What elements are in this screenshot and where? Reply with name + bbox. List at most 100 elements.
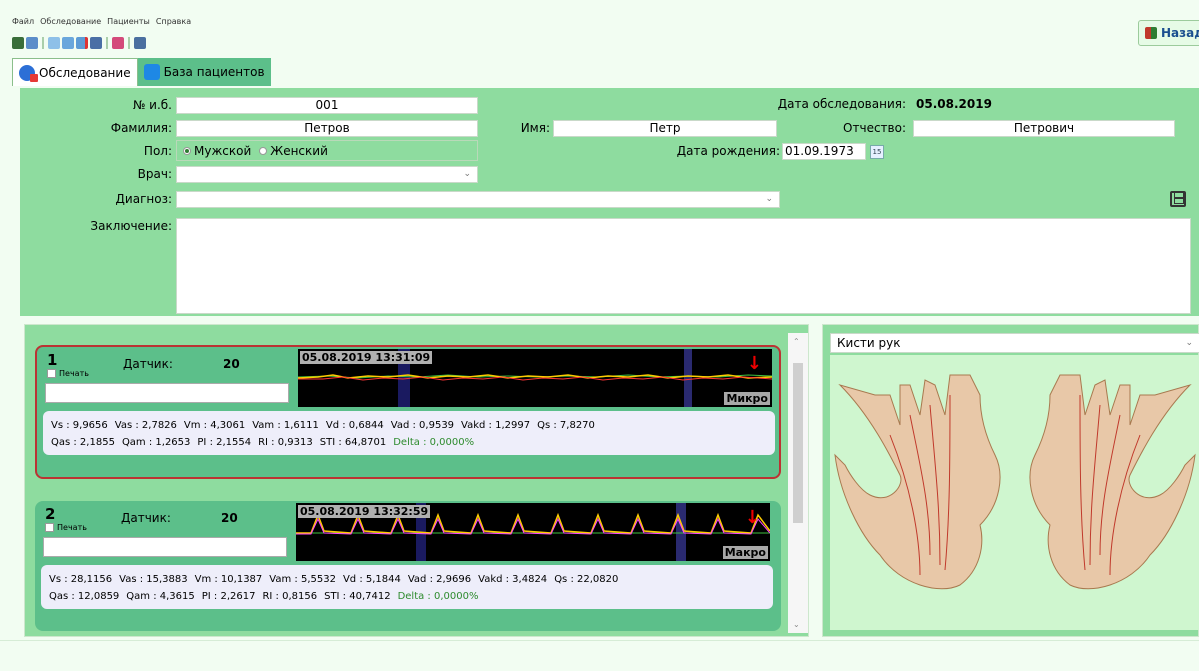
metric-value: Qs : 7,8270 bbox=[537, 420, 595, 431]
metric-value: Vs : 9,9656 bbox=[51, 420, 108, 431]
surname-field[interactable]: Петров bbox=[176, 120, 478, 137]
metrics-row: Vs : 28,1156 Vas : 15,3883 Vm : 10,1387 Vam… bbox=[49, 571, 765, 588]
delta-value: Delta : 0,0000% bbox=[393, 437, 475, 448]
chevron-down-icon: ⌄ bbox=[463, 169, 471, 179]
menu-help[interactable]: Справка bbox=[156, 17, 191, 26]
metric-value: Vs : 28,1156 bbox=[49, 574, 113, 585]
edit-patient-icon[interactable] bbox=[26, 37, 38, 49]
diagnosis-label: Диагноз: bbox=[115, 192, 172, 206]
right-hand-shape bbox=[1029, 374, 1196, 590]
record-card[interactable]: 2 Печать Датчик: 20 05.08.2019 13:32:59 … bbox=[35, 501, 781, 631]
toolbar bbox=[12, 35, 146, 51]
birth-date-label: Дата рождения: bbox=[676, 144, 780, 158]
sensor-value: 20 bbox=[223, 357, 240, 371]
metric-value: Vas : 15,3883 bbox=[119, 574, 188, 585]
marker-band bbox=[676, 503, 686, 561]
hands-illustration bbox=[834, 374, 1196, 590]
print-label: Печать bbox=[57, 523, 87, 532]
sex-male-label: Мужской bbox=[194, 143, 252, 158]
record-no-label: № и.б. bbox=[132, 98, 172, 112]
arrow-down-icon: ↓ bbox=[746, 353, 762, 374]
metric-value: Vm : 10,1387 bbox=[194, 574, 263, 585]
scroll-up-icon[interactable]: ⌃ bbox=[793, 337, 800, 346]
chevron-down-icon: ⌄ bbox=[1185, 338, 1193, 348]
records-scrollbar[interactable]: ⌃ ⌄ bbox=[788, 333, 808, 633]
back-button[interactable]: Назад bbox=[1138, 20, 1199, 46]
tools-icon[interactable] bbox=[112, 37, 124, 49]
metric-value: Vas : 2,7826 bbox=[114, 420, 177, 431]
sex-female-radio[interactable]: Женский bbox=[259, 144, 328, 158]
doctor-select[interactable]: ⌄ bbox=[176, 166, 478, 183]
print-checkbox[interactable]: Печать bbox=[45, 523, 87, 532]
metric-value: Qam : 1,2653 bbox=[121, 437, 191, 448]
birth-date-field[interactable]: 01.09.1973 bbox=[782, 143, 866, 160]
checkbox-icon bbox=[45, 523, 54, 532]
delta-value: Delta : 0,0000% bbox=[397, 591, 479, 602]
conclusion-textarea[interactable] bbox=[176, 218, 1191, 314]
metric-value: Qs : 22,0820 bbox=[554, 574, 619, 585]
metric-value: Vd : 0,6844 bbox=[325, 420, 384, 431]
metric-value: Qas : 2,1855 bbox=[51, 437, 115, 448]
metrics-row: Qas : 12,0859 Qam : 4,3615 PI : 2,2617 RI :… bbox=[49, 588, 765, 605]
radio-empty-icon bbox=[259, 146, 268, 155]
scrollbar-thumb[interactable] bbox=[793, 363, 803, 523]
menu-file[interactable]: Файл bbox=[12, 17, 34, 26]
delete-record-icon[interactable] bbox=[76, 37, 88, 49]
exit-icon bbox=[1145, 27, 1157, 39]
tab-patient-database-label: База пациентов bbox=[163, 65, 265, 79]
metric-value: Vad : 0,9539 bbox=[390, 420, 455, 431]
sex-male-radio[interactable]: Мужской bbox=[183, 144, 251, 158]
metric-value: STI : 40,7412 bbox=[324, 591, 391, 602]
name-label: Имя: bbox=[520, 121, 550, 135]
toolbar-separator bbox=[128, 37, 130, 49]
name-field[interactable]: Петр bbox=[553, 120, 777, 137]
patient-icon bbox=[19, 64, 38, 82]
save-icon[interactable] bbox=[1170, 191, 1186, 207]
body-region-select[interactable]: Кисти рук ⌄ bbox=[830, 333, 1199, 353]
record-mode: Микро bbox=[724, 392, 770, 405]
tab-bar: Обследование База пациентов bbox=[12, 58, 271, 86]
records-panel: 1 Печать Датчик: 20 05.08.2019 13:31:09 … bbox=[24, 324, 809, 637]
record-note-field[interactable] bbox=[43, 537, 287, 557]
main-menu: Файл Обследование Пациенты Справка bbox=[12, 17, 191, 26]
back-button-label: Назад bbox=[1161, 26, 1199, 40]
menu-exam[interactable]: Обследование bbox=[40, 17, 101, 26]
tab-exam[interactable]: Обследование bbox=[12, 58, 138, 86]
patronymic-field[interactable]: Петрович bbox=[913, 120, 1175, 137]
add-record-icon[interactable] bbox=[48, 37, 60, 49]
calendar-icon[interactable]: 15 bbox=[870, 145, 884, 159]
surname-label: Фамилия: bbox=[110, 121, 172, 135]
print-icon[interactable] bbox=[134, 37, 146, 49]
record-metrics: Vs : 28,1156 Vas : 15,3883 Vm : 10,1387 Vam… bbox=[41, 565, 773, 609]
diagnosis-select[interactable]: ⌄ bbox=[176, 191, 780, 208]
record-timestamp: 05.08.2019 13:31:09 bbox=[300, 351, 433, 364]
status-bar bbox=[0, 640, 1199, 671]
record-note-field[interactable] bbox=[45, 383, 289, 403]
new-patient-icon[interactable] bbox=[12, 37, 24, 49]
arrow-down-icon: ↓ bbox=[744, 507, 760, 528]
record-card[interactable]: 1 Печать Датчик: 20 05.08.2019 13:31:09 … bbox=[35, 345, 781, 479]
metric-value: STI : 64,8701 bbox=[319, 437, 387, 448]
metric-value: Vd : 5,1844 bbox=[342, 574, 401, 585]
sex-female-label: Женский bbox=[270, 143, 328, 158]
print-checkbox[interactable]: Печать bbox=[47, 369, 89, 378]
body-region-value: Кисти рук bbox=[837, 336, 901, 350]
scroll-down-icon[interactable]: ⌄ bbox=[793, 620, 800, 629]
doppler-waveform[interactable]: 05.08.2019 13:32:59 ↓ Макро bbox=[296, 503, 770, 561]
metric-value: RI : 0,8156 bbox=[262, 591, 318, 602]
hands-anatomy-image[interactable] bbox=[830, 355, 1199, 630]
menu-patients[interactable]: Пациенты bbox=[107, 17, 150, 26]
doppler-waveform[interactable]: 05.08.2019 13:31:09 ↓ Микро bbox=[298, 349, 772, 407]
metric-value: PI : 2,2617 bbox=[201, 591, 256, 602]
tab-patient-database[interactable]: База пациентов bbox=[137, 58, 271, 86]
chart-icon[interactable] bbox=[90, 37, 102, 49]
doctor-label: Врач: bbox=[137, 167, 172, 181]
metric-value: Vam : 5,5532 bbox=[269, 574, 336, 585]
record-number: 2 bbox=[45, 505, 56, 523]
record-no-field[interactable]: 001 bbox=[176, 97, 478, 114]
record-mode: Макро bbox=[722, 546, 768, 559]
toolbar-separator bbox=[42, 37, 44, 49]
exam-date-label: Дата обследования: bbox=[777, 97, 906, 111]
anatomy-panel: Кисти рук ⌄ bbox=[822, 324, 1199, 637]
copy-record-icon[interactable] bbox=[62, 37, 74, 49]
